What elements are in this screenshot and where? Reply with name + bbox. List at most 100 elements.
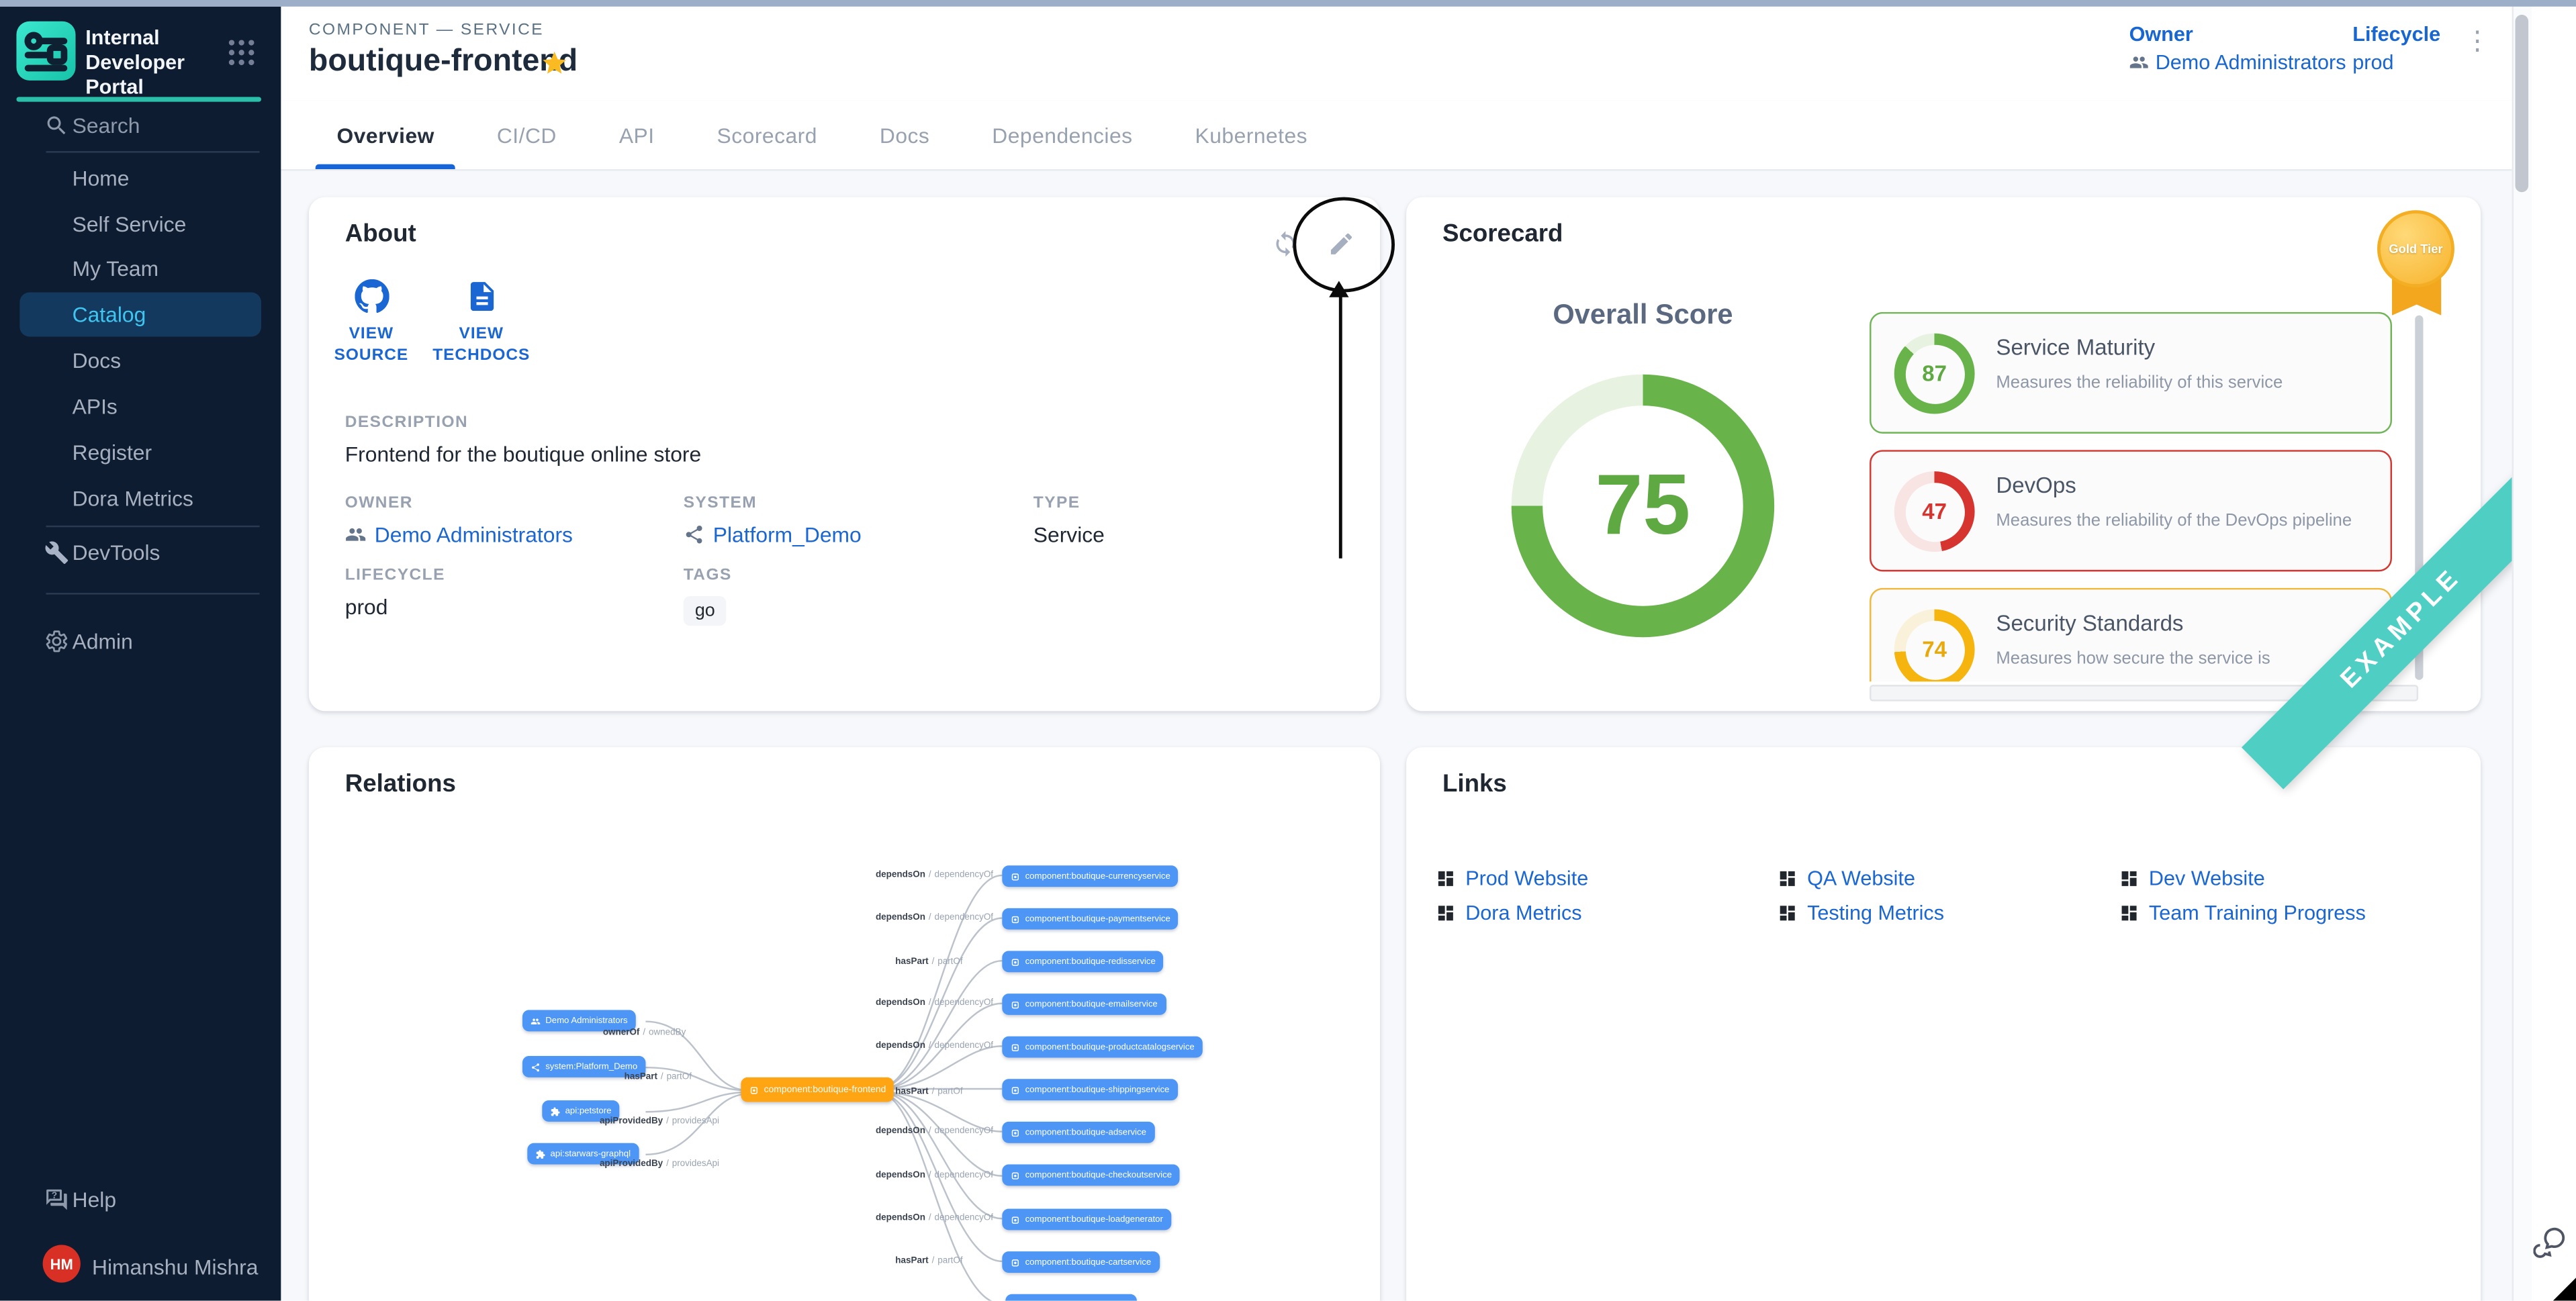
top-accent-strip xyxy=(0,0,2576,7)
owner-link[interactable]: Demo Administrators xyxy=(345,522,573,547)
edge-label: dependsOn/dependencyOf xyxy=(876,1171,993,1181)
sidebar-item-dora-metrics[interactable]: Dora Metrics xyxy=(0,478,281,518)
score-card-devops[interactable]: 47 DevOps Measures the reliability of th… xyxy=(1870,450,2392,571)
field-type: TYPE Service xyxy=(1033,494,1105,546)
tab-kubernetes[interactable]: Kubernetes xyxy=(1164,100,1339,169)
avatar[interactable]: HM xyxy=(43,1245,81,1282)
link-testing-metrics[interactable]: Testing Metrics xyxy=(1778,902,1944,924)
edge-label: dependsOn/dependencyOf xyxy=(876,913,993,923)
node-component[interactable]: component:boutique-productcatalogservice xyxy=(1002,1037,1203,1058)
sidebar-item-catalog[interactable]: Catalog xyxy=(0,294,281,334)
chat-bubbles-icon[interactable] xyxy=(2533,1222,2569,1258)
score-card-security-standards[interactable]: 74 Security Standards Measures how secur… xyxy=(1870,588,2392,681)
system-link[interactable]: Platform_Demo xyxy=(684,522,862,547)
link-qa-website[interactable]: QA Website xyxy=(1778,867,1915,890)
tag-chip[interactable]: go xyxy=(684,596,727,626)
field-owner: OWNER Demo Administrators xyxy=(345,494,573,546)
dashboard-icon xyxy=(2119,904,2139,923)
score-donut: 87 xyxy=(1894,334,1975,414)
lifecycle-label: Lifecycle xyxy=(2352,23,2440,46)
favorite-star-icon[interactable] xyxy=(541,49,569,77)
more-options-icon[interactable]: ⋮ xyxy=(2465,30,2491,56)
page-title: boutique-frontend xyxy=(309,44,578,81)
node-component[interactable]: component:boutique-emailservice xyxy=(1002,994,1166,1015)
score-description: Measures how secure the service is xyxy=(1996,648,2374,668)
node-component[interactable]: component:boutique-checkoutservice xyxy=(1002,1165,1180,1186)
gear-icon xyxy=(44,628,69,653)
tab-api[interactable]: API xyxy=(588,100,686,169)
tab-cicd[interactable]: CI/CD xyxy=(465,100,588,169)
brand-title: Internal Developer Portal xyxy=(85,26,226,100)
score-description: Measures the reliability of the DevOps p… xyxy=(1996,511,2374,530)
owner-link[interactable]: Demo Administrators xyxy=(2129,51,2346,74)
page-scrollbar-thumb[interactable] xyxy=(2515,15,2528,192)
tab-scorecard[interactable]: Scorecard xyxy=(686,100,848,169)
dashboard-icon xyxy=(1436,904,1455,923)
node-component[interactable]: component:boutique-adservice xyxy=(1002,1122,1154,1143)
link-dora-metrics[interactable]: Dora Metrics xyxy=(1436,902,1581,924)
sidebar-item-docs[interactable]: Docs xyxy=(0,340,281,379)
sidebar-item-apis[interactable]: APIs xyxy=(0,386,281,426)
sidebar: Internal Developer Portal Search Home Se… xyxy=(0,7,281,1301)
sidebar-item-register[interactable]: Register xyxy=(0,432,281,471)
edge-label: dependsOn/dependencyOf xyxy=(876,1041,993,1051)
dashboard-icon xyxy=(2119,869,2139,888)
node-component[interactable]: component:boutique-currencyservice xyxy=(1002,865,1179,887)
link-team-training-progress[interactable]: Team Training Progress xyxy=(2119,902,2366,924)
score-name: Security Standards xyxy=(1996,611,2374,636)
sidebar-item-self-service[interactable]: Self Service xyxy=(0,203,281,243)
view-source-button[interactable]: VIEW SOURCE xyxy=(328,279,414,367)
sidebar-item-home[interactable]: Home xyxy=(0,158,281,197)
field-tags: TAGS go xyxy=(684,567,732,626)
dashboard-icon xyxy=(1778,869,1797,888)
sidebar-divider xyxy=(46,151,260,152)
edge-label: hasPart/partOf xyxy=(895,1088,962,1098)
help-chat-icon xyxy=(44,1187,69,1212)
sidebar-item-help[interactable]: Help xyxy=(0,1179,281,1219)
node-component[interactable]: component:boutique-redisservice xyxy=(1002,951,1164,972)
user-name[interactable]: Himanshu Mishra xyxy=(92,1255,258,1280)
score-name: DevOps xyxy=(1996,473,2374,498)
internal-developer-portal-app: Internal Developer Portal Search Home Se… xyxy=(0,0,2576,1301)
node-component[interactable]: component:boutique-shippingservice xyxy=(1002,1079,1177,1100)
node-component[interactable]: component:boutique-loadgenerator xyxy=(1002,1209,1171,1231)
dashboard-icon xyxy=(1436,869,1455,888)
edge-label: hasPart/partOf xyxy=(895,1257,962,1267)
tab-dependencies[interactable]: Dependencies xyxy=(961,100,1164,169)
score-card-service-maturity[interactable]: 87 Service Maturity Measures the reliabi… xyxy=(1870,312,2392,434)
field-description: DESCRIPTION Frontend for the boutique on… xyxy=(345,414,701,467)
brand-block[interactable]: Internal Developer Portal xyxy=(16,21,266,84)
node-component[interactable]: component:boutique-paymentservice xyxy=(1002,908,1179,930)
score-donut: 74 xyxy=(1894,610,1975,682)
annotation-arrow-line xyxy=(1338,294,1342,559)
node-center-component[interactable]: component:boutique-frontend xyxy=(741,1077,894,1102)
score-list-viewport: 87 Service Maturity Measures the reliabi… xyxy=(1870,312,2405,681)
edge-label: dependsOn/dependencyOf xyxy=(876,998,993,1008)
edge-label: dependsOn/dependencyOf xyxy=(876,1214,993,1224)
link-dev-website[interactable]: Dev Website xyxy=(2119,867,2265,890)
wrench-icon xyxy=(44,540,69,565)
tab-overview[interactable]: Overview xyxy=(306,100,465,169)
sidebar-divider xyxy=(46,526,260,527)
overall-score-label: Overall Score xyxy=(1446,299,1840,332)
sidebar-item-devtools[interactable]: DevTools xyxy=(0,532,281,572)
sidebar-item-admin[interactable]: Admin xyxy=(0,621,281,661)
about-card: About VIEW SOURCE VIEW TECHDOCS DESCRIPT… xyxy=(309,197,1380,712)
sidebar-item-my-team[interactable]: My Team xyxy=(0,248,281,287)
edge-label: hasPart/partOf xyxy=(625,1073,692,1083)
edge-label: apiProvidedBy/providesApi xyxy=(600,1159,719,1169)
sidebar-item-search[interactable]: Search xyxy=(0,105,281,145)
node-component-clipped[interactable] xyxy=(1005,1294,1137,1301)
portal-logo-icon xyxy=(16,21,75,81)
lifecycle-block: Lifecycle prod xyxy=(2352,23,2440,74)
link-prod-website[interactable]: Prod Website xyxy=(1436,867,1588,890)
apps-grid-icon[interactable] xyxy=(227,38,257,67)
node-component[interactable]: component:boutique-cartservice xyxy=(1002,1251,1159,1273)
overall-score-value: 75 xyxy=(1512,375,1774,637)
field-system: SYSTEM Platform_Demo xyxy=(684,494,862,546)
entity-header: COMPONENT — SERVICE boutique-frontend Ow… xyxy=(281,7,2512,102)
view-techdocs-button[interactable]: VIEW TECHDOCS xyxy=(430,279,533,367)
edge-label: apiProvidedBy/providesApi xyxy=(600,1117,719,1127)
scorecard-title: Scorecard xyxy=(1442,220,1563,248)
tab-docs[interactable]: Docs xyxy=(848,100,960,169)
